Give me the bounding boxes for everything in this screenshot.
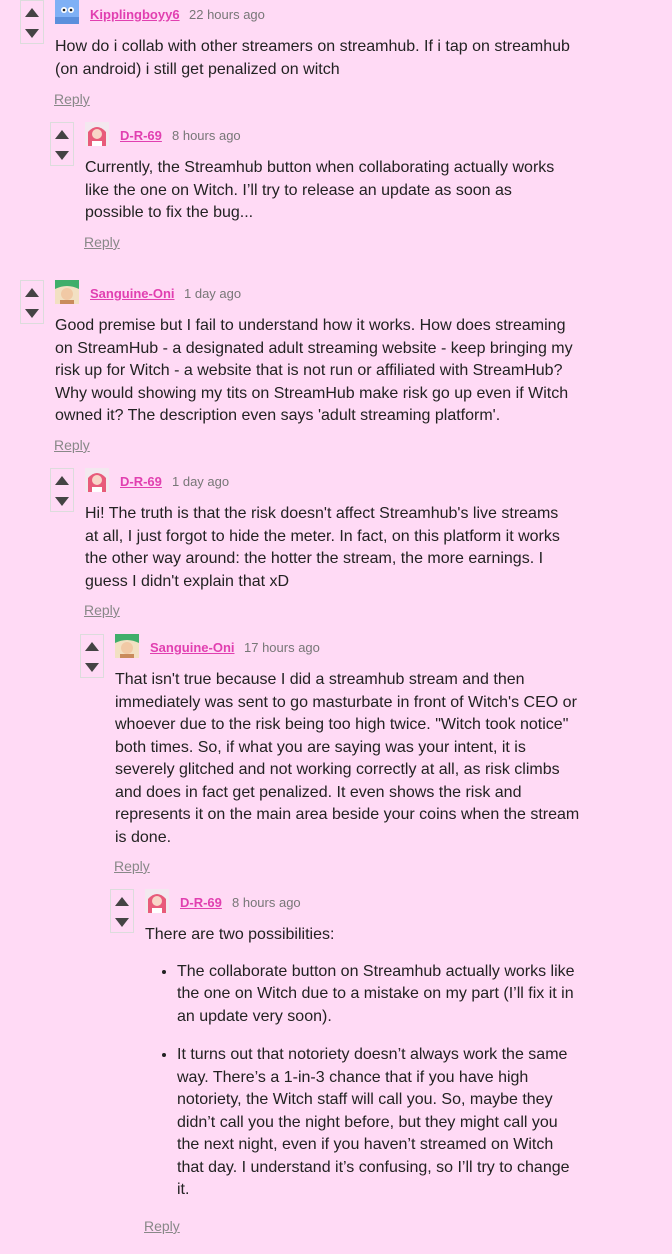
avatar[interactable] (115, 634, 139, 658)
reply-link[interactable]: Reply (114, 858, 150, 874)
author-link[interactable]: D-R-69 (120, 128, 162, 143)
timestamp: 8 hours ago (172, 128, 241, 143)
upvote-icon[interactable] (25, 8, 39, 17)
downvote-icon[interactable] (55, 497, 69, 506)
timestamp: 8 hours ago (232, 895, 301, 910)
timestamp: 1 day ago (172, 474, 230, 489)
reply-link[interactable]: Reply (84, 234, 120, 250)
avatar[interactable] (55, 280, 79, 304)
downvote-icon[interactable] (55, 151, 69, 160)
bullet-list: The collaborate button on Streamhub actu… (145, 961, 580, 1202)
vote-box (80, 634, 104, 678)
upvote-icon[interactable] (25, 288, 39, 297)
timestamp: 1 day ago (184, 286, 242, 301)
vote-box (50, 122, 74, 166)
comment-text: Currently, the Streamhub button when col… (85, 159, 555, 221)
downvote-icon[interactable] (85, 663, 99, 672)
comment-text: Hi! The truth is that the risk doesn't a… (85, 505, 560, 590)
timestamp: 17 hours ago (244, 640, 320, 655)
comment-text: How do i collab with other streamers on … (55, 38, 570, 78)
avatar[interactable] (85, 122, 109, 146)
bullet-item: The collaborate button on Streamhub actu… (177, 961, 580, 1029)
vote-box (20, 280, 44, 324)
vote-box (50, 468, 74, 512)
author-link[interactable]: D-R-69 (180, 895, 222, 910)
author-link[interactable]: D-R-69 (120, 474, 162, 489)
reply-link[interactable]: Reply (54, 91, 90, 107)
author-link[interactable]: Sanguine-Oni (90, 286, 175, 301)
author-link[interactable]: Sanguine-Oni (150, 640, 235, 655)
avatar[interactable] (55, 0, 79, 24)
upvote-icon[interactable] (55, 130, 69, 139)
reply-link[interactable]: Reply (54, 437, 90, 453)
comment-text: Good premise but I fail to understand ho… (55, 317, 573, 424)
downvote-icon[interactable] (25, 309, 39, 318)
comment-body: That isn't true because I did a streamhu… (115, 669, 585, 849)
comment-text: That isn't true because I did a streamhu… (115, 671, 580, 846)
upvote-icon[interactable] (85, 642, 99, 651)
avatar[interactable] (85, 468, 109, 492)
timestamp: 22 hours ago (189, 7, 265, 22)
reply-link[interactable]: Reply (144, 1218, 180, 1234)
bullet-item: It turns out that notoriety doesn’t alwa… (177, 1044, 580, 1202)
comment-text: There are two possibilities: (145, 926, 335, 943)
comment-body: Good premise but I fail to understand ho… (55, 315, 575, 428)
avatar[interactable] (145, 889, 169, 913)
author-link[interactable]: Kipplingboyy6 (90, 7, 180, 22)
comment-body: Currently, the Streamhub button when col… (85, 157, 575, 225)
vote-box (110, 889, 134, 933)
downvote-icon[interactable] (25, 29, 39, 38)
reply-link[interactable]: Reply (84, 602, 120, 618)
comment-body: How do i collab with other streamers on … (55, 36, 575, 81)
comment-body: Hi! The truth is that the risk doesn't a… (85, 503, 575, 593)
downvote-icon[interactable] (115, 918, 129, 927)
upvote-icon[interactable] (55, 476, 69, 485)
vote-box (20, 0, 44, 44)
upvote-icon[interactable] (115, 897, 129, 906)
comment-body: There are two possibilities: The collabo… (145, 924, 580, 1218)
